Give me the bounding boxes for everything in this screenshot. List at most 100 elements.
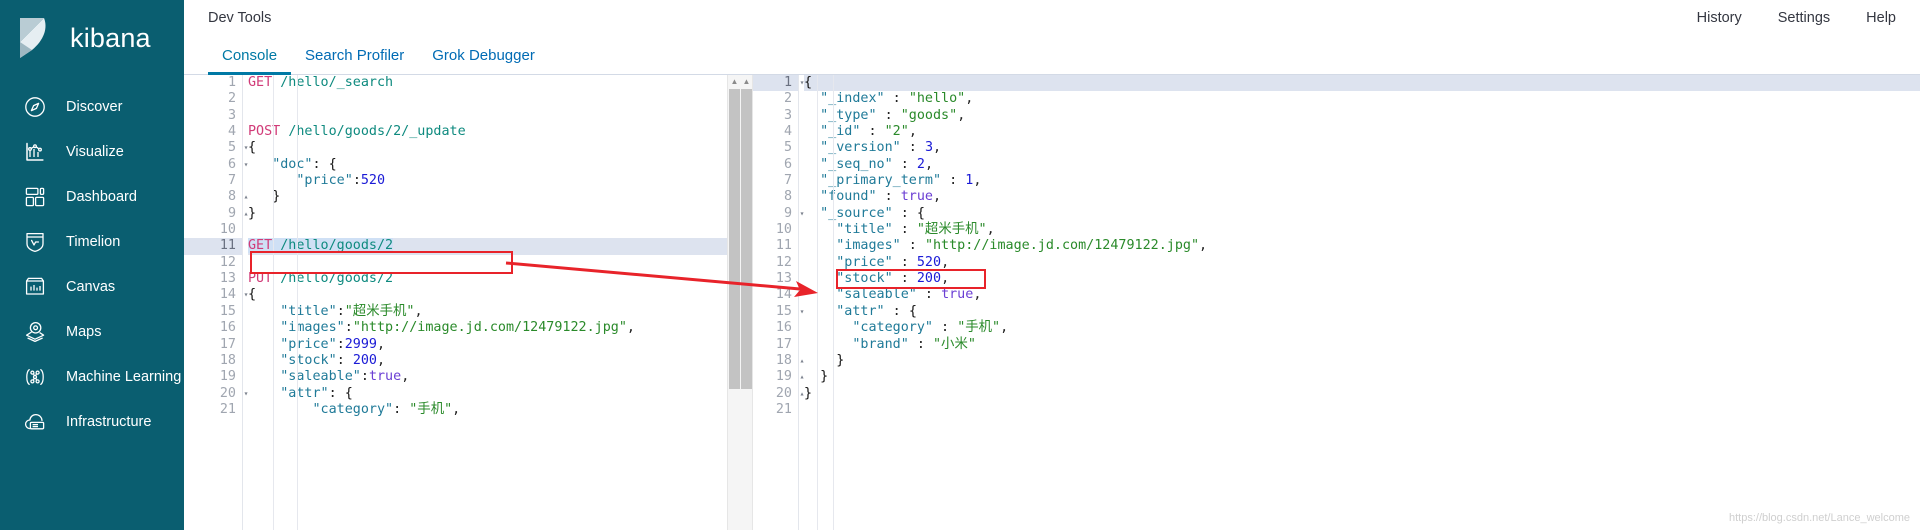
dashboard-grid-icon (22, 184, 48, 210)
code-line[interactable]: "category" : "手机", (804, 320, 1920, 336)
scrollbar-thumb[interactable] (729, 89, 740, 389)
sidebar-item-visualize[interactable]: Visualize (0, 129, 184, 174)
code-line[interactable] (248, 91, 740, 107)
code-line[interactable]: "attr": { (248, 386, 740, 402)
code-line[interactable]: "title" : "超米手机", (804, 222, 1920, 238)
kibana-brand[interactable]: kibana (0, 0, 184, 78)
line-number: 11 (184, 238, 242, 255)
code-line[interactable]: PUT /hello/goods/2 (248, 271, 740, 287)
code-line[interactable]: "_seq_no" : 2, (804, 157, 1920, 173)
code-line[interactable]: GET /hello/goods/2 (248, 238, 740, 255)
code-line[interactable]: "stock" : 200, (804, 271, 1920, 287)
help-link[interactable]: Help (1866, 10, 1896, 26)
request-gutter: 1 2 3 4 5 ▾ 6 ▾ 7 8 ▴ 9 ▴ 10 11 12 13 14 ▾ 15 16 17 18 19 20 ▾ 21 (184, 75, 248, 530)
canvas-frame-icon (22, 274, 48, 300)
code-line[interactable]: } (804, 353, 1920, 369)
request-code[interactable]: GET /hello/_search POST /hello/goods/2/_… (248, 75, 740, 530)
code-line[interactable]: } (804, 386, 1920, 402)
line-number: 4 (227, 124, 236, 140)
sidebar-item-label: Machine Learning (66, 368, 182, 385)
line-number: 17 (775, 336, 792, 352)
code-line[interactable]: "category": "手机", (248, 402, 740, 418)
timelion-shield-icon (22, 229, 48, 255)
response-scrollbar-left[interactable]: ▲ (740, 75, 753, 530)
code-line[interactable]: } (248, 206, 740, 222)
code-line[interactable]: "images" : "http://image.jd.com/12479122… (804, 238, 1920, 254)
code-line[interactable]: "_type" : "goods", (804, 108, 1920, 124)
scroll-up-arrow[interactable]: ▲ (728, 75, 740, 88)
scrollbar-thumb[interactable] (741, 89, 752, 389)
code-line[interactable]: "title":"超米手机", (248, 304, 740, 320)
code-line[interactable]: } (248, 189, 740, 205)
console-editors: 1 2 3 4 5 ▾ 6 ▾ 7 8 ▴ 9 ▴ 10 11 12 13 14 ▾ 15 16 17 18 19 20 ▾ 21 … (184, 75, 1920, 530)
code-line[interactable]: POST /hello/goods/2/_update (248, 124, 740, 140)
response-gutter: 1 ▾ 2 3 4 5 6 7 8 9 ▾ 10 11 12 13 14 15 ▾ 16 17 18 ▴ 19 ▴ 20 ▴ 21 (753, 75, 804, 530)
response-editor-pane[interactable]: ▲ 1 ▾ 2 3 4 5 6 7 8 9 ▾ 10 11 12 13 14 15 ▾ 16 17 18 ▴ 19 ▴ 20 ▴ 2… (740, 75, 1920, 530)
code-line[interactable]: "_version" : 3, (804, 140, 1920, 156)
code-line[interactable]: "price" : 520, (804, 255, 1920, 271)
settings-link[interactable]: Settings (1778, 10, 1830, 26)
line-number: 9 ▾ (753, 206, 804, 222)
tab-bar: Console Search Profiler Grok Debugger (184, 36, 1920, 75)
request-editor-pane[interactable]: 1 2 3 4 5 ▾ 6 ▾ 7 8 ▴ 9 ▴ 10 11 12 13 14 ▾ 15 16 17 18 19 20 ▾ 21 … (184, 75, 740, 530)
sidebar-item-machine-learning[interactable]: Machine Learning (0, 354, 184, 399)
code-line[interactable] (248, 255, 740, 271)
code-line[interactable] (804, 402, 1920, 418)
code-line[interactable] (248, 222, 740, 238)
tab-search-profiler[interactable]: Search Profiler (291, 48, 418, 74)
code-line[interactable]: "saleable":true, (248, 369, 740, 385)
sidebar-item-timelion[interactable]: Timelion (0, 219, 184, 264)
sidebar-item-dashboard[interactable]: Dashboard (0, 174, 184, 219)
line-number: 8 (783, 189, 792, 205)
line-number: 17 (219, 336, 236, 352)
line-number: 16 (775, 320, 792, 336)
code-line[interactable] (248, 108, 740, 124)
code-line[interactable]: { (248, 287, 740, 303)
scroll-up-arrow[interactable]: ▲ (740, 75, 753, 88)
kibana-logo-icon (14, 16, 58, 60)
code-line[interactable]: { (804, 75, 1920, 92)
request-scrollbar[interactable]: ▲ (727, 75, 740, 530)
history-link[interactable]: History (1697, 10, 1742, 26)
line-number: 5 (783, 140, 792, 156)
code-line[interactable]: { (248, 140, 740, 156)
line-number: 15 (219, 303, 236, 319)
code-line[interactable]: "images":"http://image.jd.com/12479122.j… (248, 320, 740, 336)
line-number: 3 (227, 107, 236, 123)
code-line[interactable]: "stock": 200, (248, 353, 740, 369)
code-line[interactable]: "doc": { (248, 157, 740, 173)
main-content: Dev Tools History Settings Help Console … (184, 0, 1920, 530)
response-code: { "_index" : "hello", "_type" : "goods",… (804, 75, 1920, 530)
line-number: 1 (227, 75, 236, 90)
code-line[interactable]: "_index" : "hello", (804, 91, 1920, 107)
tab-grok-debugger[interactable]: Grok Debugger (418, 48, 549, 74)
indent-guide (833, 75, 834, 530)
code-line[interactable]: "price":2999, (248, 337, 740, 353)
line-number: 8 ▴ (184, 189, 248, 205)
sidebar-item-label: Visualize (66, 143, 124, 160)
tab-console[interactable]: Console (208, 48, 292, 75)
indent-guide (817, 75, 818, 530)
code-line[interactable]: "_primary_term" : 1, (804, 173, 1920, 189)
sidebar-item-discover[interactable]: Discover (0, 84, 184, 129)
code-line[interactable]: "brand" : "小米" (804, 337, 1920, 353)
code-line[interactable]: "found" : true, (804, 189, 1920, 205)
top-bar-actions: History Settings Help (1697, 10, 1896, 26)
sidebar-item-infrastructure[interactable]: Infrastructure (0, 399, 184, 444)
code-line[interactable]: "attr" : { (804, 304, 1920, 320)
line-number: 4 (783, 124, 792, 140)
code-line[interactable]: "saleable" : true, (804, 287, 1920, 303)
code-line[interactable]: } (804, 369, 1920, 385)
line-number: 7 (783, 173, 792, 189)
code-line[interactable]: "_source" : { (804, 206, 1920, 222)
brand-name: kibana (70, 22, 151, 53)
sidebar-item-canvas[interactable]: Canvas (0, 264, 184, 309)
line-number: 12 (775, 254, 792, 270)
line-number: 2 (227, 91, 236, 107)
code-line[interactable]: GET /hello/_search (248, 75, 740, 91)
watermark-text: https://blog.csdn.net/Lance_welcome (1728, 512, 1910, 524)
code-line[interactable]: "price":520 (248, 173, 740, 189)
kibana-dev-tools-window: kibana Discover Visualize Dashboard Time… (0, 0, 1920, 530)
sidebar-item-maps[interactable]: Maps (0, 309, 184, 354)
code-line[interactable]: "_id" : "2", (804, 124, 1920, 140)
